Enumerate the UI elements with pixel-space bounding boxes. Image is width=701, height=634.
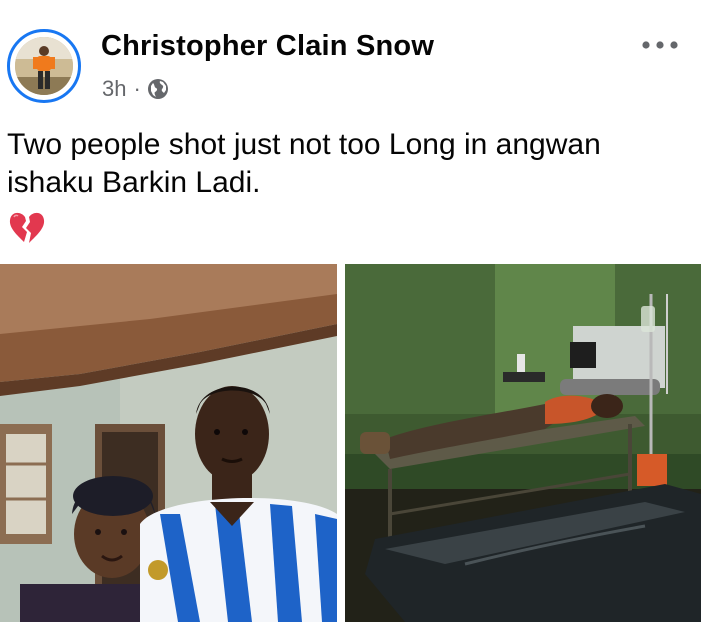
post-meta: 3h · [102,74,169,104]
post-timestamp[interactable]: 3h [102,76,126,102]
avatar-image [15,37,73,95]
post-text-line: Two people shot just not too Long in ang… [7,128,601,161]
profile-avatar-ring[interactable] [7,29,81,103]
post-text-line: ishaku Barkin Ladi. [7,166,261,199]
post-text: Two people shot just not too Long in ang… [7,126,687,202]
more-options-icon [642,41,678,49]
photo-couple-selfie[interactable] [0,264,337,622]
more-options-button[interactable] [636,30,684,60]
post-card: Christopher Clain Snow 3h · Two people s… [0,0,701,634]
photo-hospital-stretcher[interactable] [345,264,701,622]
meta-separator: · [133,76,141,101]
author-name[interactable]: Christopher Clain Snow [101,30,434,63]
globe-icon[interactable] [147,78,169,100]
avatar[interactable] [15,37,73,95]
broken-heart-icon [7,208,47,248]
